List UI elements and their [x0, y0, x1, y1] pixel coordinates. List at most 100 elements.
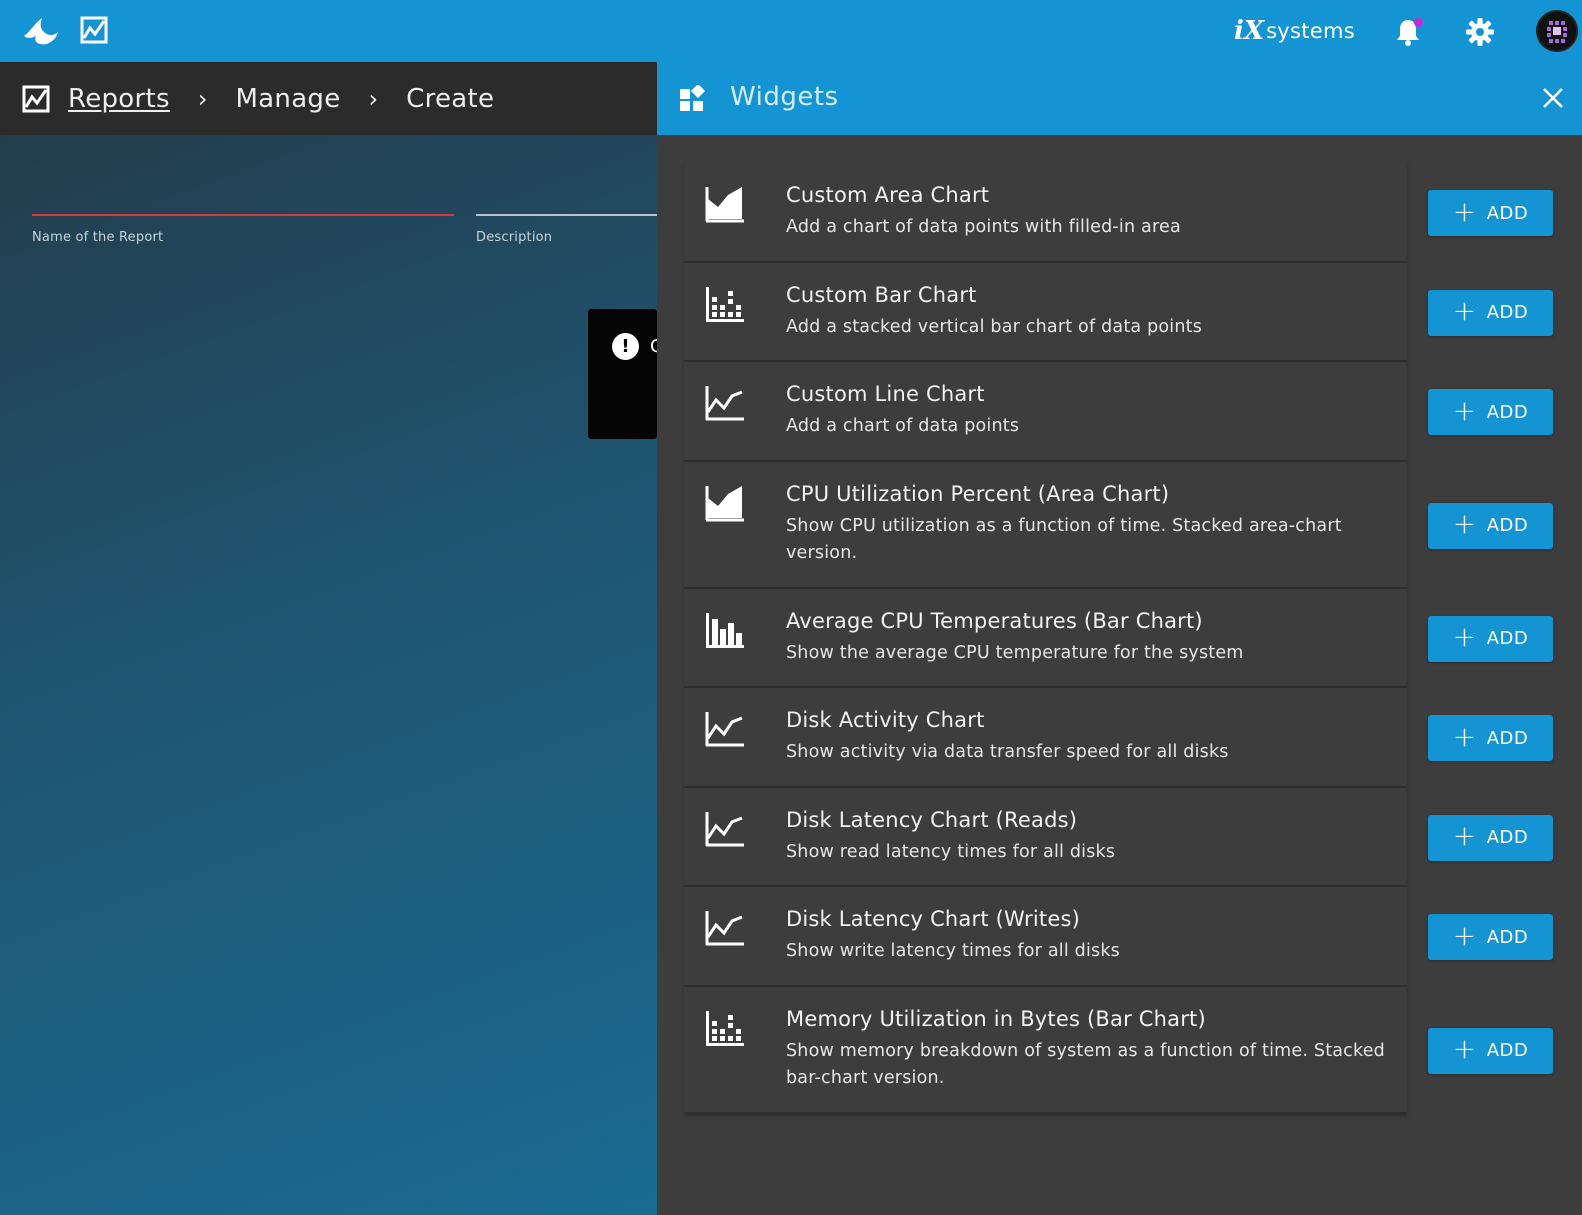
- avatar[interactable]: [1536, 10, 1578, 52]
- report-name-label: Name of the Report: [32, 230, 164, 245]
- line-chart-icon: [704, 907, 746, 949]
- widget-card: Disk Activity Chart Show activity via dat…: [684, 688, 1407, 788]
- plus-icon: +: [1452, 294, 1477, 327]
- widget-item: Custom Line Chart Add a chart of data poi…: [657, 362, 1582, 462]
- area-chart-icon: [704, 183, 746, 225]
- widget-item: Memory Utilization in Bytes (Bar Chart) S…: [657, 986, 1582, 1114]
- ixsystems-brand[interactable]: iX systems: [1234, 14, 1355, 48]
- add-widget-button[interactable]: + ADD: [1428, 615, 1553, 662]
- line-chart-icon: [704, 708, 746, 750]
- widgets-panel-title: Widgets: [730, 82, 839, 112]
- widget-card: Custom Area Chart Add a chart of data poi…: [684, 163, 1407, 263]
- close-icon[interactable]: [1541, 86, 1565, 110]
- error-tooltip: ! C: [588, 309, 657, 439]
- widget-description: Show write latency times for all disks: [786, 941, 1120, 961]
- widget-card: Disk Latency Chart (Reads) Show read late…: [684, 787, 1407, 887]
- alert-text: C: [650, 336, 657, 357]
- add-widget-button[interactable]: + ADD: [1428, 289, 1553, 336]
- widget-item: Disk Latency Chart (Writes) Show write la…: [657, 887, 1582, 987]
- widget-title: Memory Utilization in Bytes (Bar Chart): [786, 1006, 1206, 1031]
- widget-item: Custom Bar Chart Add a stacked vertical b…: [657, 262, 1582, 362]
- widget-item: Disk Latency Chart (Reads) Show read late…: [657, 787, 1582, 887]
- add-widget-button[interactable]: + ADD: [1428, 914, 1553, 960]
- report-name-field[interactable]: Name of the Report: [32, 214, 454, 245]
- add-button-label: ADD: [1486, 827, 1529, 848]
- widget-item: Disk Activity Chart Show activity via dat…: [657, 688, 1582, 788]
- widgets-panel: Widgets Custom Area Chart Add a chart of …: [657, 62, 1582, 1215]
- add-button-label: ADD: [1486, 302, 1529, 323]
- widget-card: Custom Line Chart Add a chart of data poi…: [684, 362, 1407, 462]
- alert-icon: !: [612, 333, 639, 360]
- widget-text: Custom Line Chart Add a chart of data poi…: [786, 379, 1387, 441]
- chevron-right-icon: ›: [368, 84, 379, 113]
- widget-description: Show CPU utilization as a function of ti…: [786, 515, 1342, 564]
- add-button-label: ADD: [1486, 1040, 1529, 1061]
- add-widget-button[interactable]: + ADD: [1428, 389, 1553, 435]
- brand-mark: iX: [1234, 16, 1265, 46]
- widget-card: Custom Bar Chart Add a stacked vertical b…: [684, 262, 1407, 362]
- widget-card: Average CPU Temperatures (Bar Chart) Show…: [684, 588, 1407, 688]
- plus-icon: +: [1452, 194, 1477, 228]
- widget-title: Custom Bar Chart: [786, 282, 977, 307]
- widget-text: Disk Activity Chart Show activity via dat…: [786, 705, 1387, 767]
- breadcrumb-create: Create: [406, 83, 495, 114]
- add-button-label: ADD: [1486, 628, 1529, 649]
- plus-icon: +: [1452, 918, 1477, 952]
- widget-text: Average CPU Temperatures (Bar Chart) Show…: [786, 606, 1387, 668]
- widget-text: Custom Bar Chart Add a stacked vertical b…: [786, 280, 1387, 342]
- reports-chart-icon: [22, 85, 50, 112]
- widget-description: Show memory breakdown of system as a fun…: [786, 1040, 1385, 1089]
- widget-list: Custom Area Chart Add a chart of data poi…: [657, 163, 1582, 1114]
- stacked-bar-chart-icon: [704, 1007, 746, 1049]
- widget-description: Add a chart of data points with filled-i…: [786, 217, 1181, 237]
- area-chart-icon: [704, 482, 746, 524]
- breadcrumb-reports-link[interactable]: Reports: [68, 84, 170, 114]
- add-widget-button[interactable]: + ADD: [1428, 715, 1553, 761]
- stacked-bar-chart-icon: [704, 283, 746, 325]
- widgets-panel-header: Widgets: [657, 62, 1582, 135]
- add-button-label: ADD: [1486, 202, 1529, 224]
- widget-text: Disk Latency Chart (Reads) Show read late…: [786, 805, 1387, 867]
- plus-icon: +: [1452, 507, 1477, 540]
- report-name-underline: [32, 214, 454, 216]
- widget-description: Show activity via data transfer speed fo…: [786, 742, 1229, 762]
- plus-icon: +: [1452, 393, 1477, 427]
- widget-card: Memory Utilization in Bytes (Bar Chart) S…: [684, 986, 1407, 1114]
- freenas-logo-icon[interactable]: [20, 14, 60, 48]
- top-toolbar: iX systems: [0, 0, 1582, 62]
- reports-chart-icon[interactable]: [80, 16, 108, 44]
- widget-title: Average CPU Temperatures (Bar Chart): [786, 608, 1203, 633]
- widget-description: Add a chart of data points: [786, 416, 1020, 436]
- line-chart-icon: [704, 808, 746, 850]
- breadcrumb-manage: Manage: [235, 83, 341, 114]
- widget-item: Average CPU Temperatures (Bar Chart) Show…: [657, 588, 1582, 688]
- widget-text: CPU Utilization Percent (Area Chart) Show…: [786, 479, 1387, 568]
- widget-description: Add a stacked vertical bar chart of data…: [786, 316, 1203, 337]
- line-chart-icon: [704, 382, 746, 424]
- report-description-underline: [476, 214, 657, 216]
- add-widget-button[interactable]: + ADD: [1428, 814, 1553, 861]
- bar-chart-icon: [704, 609, 746, 651]
- widget-card: CPU Utilization Percent (Area Chart) Show…: [684, 461, 1407, 589]
- gear-icon[interactable]: [1465, 17, 1495, 47]
- widget-title: Custom Line Chart: [786, 382, 985, 406]
- widgets-icon: [680, 85, 706, 111]
- chevron-right-icon: ›: [197, 84, 208, 113]
- widget-title: Custom Area Chart: [786, 183, 990, 207]
- report-description-field[interactable]: Description: [476, 214, 657, 245]
- breadcrumb: Reports › Manage › Create: [0, 62, 657, 135]
- widget-title: Disk Latency Chart (Reads): [786, 807, 1078, 832]
- add-widget-button[interactable]: + ADD: [1428, 1027, 1553, 1074]
- plus-icon: +: [1452, 1032, 1477, 1065]
- notification-badge: [1414, 18, 1423, 27]
- add-widget-button[interactable]: + ADD: [1428, 190, 1553, 236]
- widget-card: Disk Latency Chart (Writes) Show write la…: [684, 887, 1407, 987]
- widget-title: Disk Latency Chart (Writes): [786, 907, 1081, 931]
- brand-text: systems: [1266, 19, 1356, 43]
- widget-text: Memory Utilization in Bytes (Bar Chart) S…: [786, 1004, 1387, 1093]
- add-button-label: ADD: [1486, 401, 1529, 423]
- add-button-label: ADD: [1486, 727, 1529, 749]
- widget-item: Custom Area Chart Add a chart of data poi…: [657, 163, 1582, 263]
- add-widget-button[interactable]: + ADD: [1428, 502, 1553, 549]
- add-button-label: ADD: [1486, 515, 1529, 536]
